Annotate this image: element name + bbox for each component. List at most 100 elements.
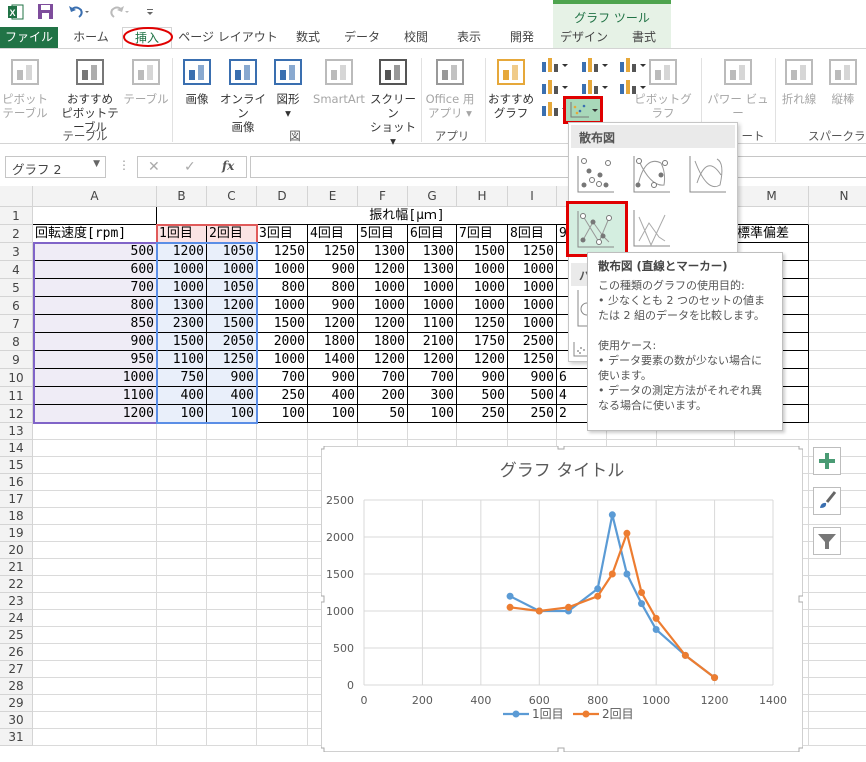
cell-G2[interactable]: 6回目	[408, 225, 457, 243]
cell-C12[interactable]: 100	[207, 405, 257, 423]
cell-A14[interactable]	[33, 440, 157, 457]
cell-C6[interactable]: 1200	[207, 297, 257, 315]
row-header[interactable]: 28	[0, 678, 33, 695]
cell-N30[interactable]	[809, 712, 866, 729]
cell-D19[interactable]	[257, 525, 308, 542]
scatter-straight-lines-markers-option[interactable]	[566, 201, 628, 257]
cell-F13[interactable]	[358, 423, 408, 440]
sparkline-line-button[interactable]: 折れ線	[778, 56, 820, 106]
cell-I12[interactable]: 250	[508, 405, 557, 423]
cell-A27[interactable]	[33, 661, 157, 678]
row-header[interactable]: 29	[0, 695, 33, 712]
cell-D23[interactable]	[257, 593, 308, 610]
cell-A18[interactable]	[33, 508, 157, 525]
row-header[interactable]: 2	[0, 225, 33, 243]
cell-C17[interactable]	[207, 491, 257, 508]
cell-D13[interactable]	[257, 423, 308, 440]
recommended-pivot-tables-button[interactable]: おすすめ ピボットテーブル	[60, 56, 120, 134]
cell-C28[interactable]	[207, 678, 257, 695]
cell-N12[interactable]	[809, 405, 866, 423]
recommended-charts-button[interactable]: おすすめ グラフ	[487, 56, 535, 120]
cell-G3[interactable]: 1300	[408, 243, 457, 261]
cell-E7[interactable]: 1200	[308, 315, 358, 333]
cell-H13[interactable]	[457, 423, 508, 440]
cell-F10[interactable]: 700	[358, 369, 408, 387]
cell-N9[interactable]	[809, 351, 866, 369]
cell-B21[interactable]	[157, 559, 207, 576]
cell-E12[interactable]: 100	[308, 405, 358, 423]
cell-C16[interactable]	[207, 474, 257, 491]
cell-N26[interactable]	[809, 644, 866, 661]
row-header[interactable]: 26	[0, 644, 33, 661]
cell-C2[interactable]: 2回目	[207, 225, 257, 243]
cell-N23[interactable]	[809, 593, 866, 610]
cell-N29[interactable]	[809, 695, 866, 712]
cell-F6[interactable]: 1000	[358, 297, 408, 315]
column-header-G[interactable]: G	[408, 186, 457, 207]
cell-B16[interactable]	[157, 474, 207, 491]
cell-B23[interactable]	[157, 593, 207, 610]
smartart-button[interactable]: SmartArt	[308, 56, 370, 106]
cell-H10[interactable]: 900	[457, 369, 508, 387]
cell-H3[interactable]: 1500	[457, 243, 508, 261]
cell-B13[interactable]	[157, 423, 207, 440]
scatter-smooth-lines-markers-icon[interactable]	[631, 153, 673, 195]
cell-A21[interactable]	[33, 559, 157, 576]
cell-E6[interactable]: 900	[308, 297, 358, 315]
cell-N10[interactable]	[809, 369, 866, 387]
cell-C25[interactable]	[207, 627, 257, 644]
cell-I8[interactable]: 2500	[508, 333, 557, 351]
cell-B8[interactable]: 1500	[157, 333, 207, 351]
column-header-E[interactable]: E	[308, 186, 358, 207]
cell-G5[interactable]: 1000	[408, 279, 457, 297]
cell-D28[interactable]	[257, 678, 308, 695]
cell-A4[interactable]: 600	[33, 261, 157, 279]
column-header-D[interactable]: D	[257, 186, 308, 207]
cell-N5[interactable]	[809, 279, 866, 297]
cell-D7[interactable]: 1500	[257, 315, 308, 333]
column-header-I[interactable]: I	[508, 186, 557, 207]
cell-B22[interactable]	[157, 576, 207, 593]
cell-D8[interactable]: 2000	[257, 333, 308, 351]
cell-F9[interactable]: 1200	[358, 351, 408, 369]
cell-C31[interactable]	[207, 729, 257, 746]
cell-I9[interactable]: 1250	[508, 351, 557, 369]
cell-B4[interactable]: 1000	[157, 261, 207, 279]
row-header[interactable]: 12	[0, 405, 33, 423]
cell-C26[interactable]	[207, 644, 257, 661]
cell-C14[interactable]	[207, 440, 257, 457]
cell-A19[interactable]	[33, 525, 157, 542]
cell-B19[interactable]	[157, 525, 207, 542]
cell-G12[interactable]: 100	[408, 405, 457, 423]
row-header[interactable]: 9	[0, 351, 33, 369]
cell-E2[interactable]: 4回目	[308, 225, 358, 243]
cell-I4[interactable]: 1000	[508, 261, 557, 279]
cell-B30[interactable]	[157, 712, 207, 729]
cell-E10[interactable]: 900	[308, 369, 358, 387]
cell-I5[interactable]: 1000	[508, 279, 557, 297]
cell-E3[interactable]: 1250	[308, 243, 358, 261]
cell-E4[interactable]: 900	[308, 261, 358, 279]
cell-B5[interactable]: 1000	[157, 279, 207, 297]
cell-A1[interactable]	[33, 207, 157, 225]
cell-M1[interactable]	[735, 207, 809, 225]
cell-D11[interactable]: 250	[257, 387, 308, 405]
scatter-straight-lines-icon[interactable]	[631, 207, 673, 249]
cell-D31[interactable]	[257, 729, 308, 746]
scatter-smooth-lines-icon[interactable]	[687, 153, 729, 195]
row-header[interactable]: 10	[0, 369, 33, 387]
cell-A29[interactable]	[33, 695, 157, 712]
cell-A24[interactable]	[33, 610, 157, 627]
cell-A25[interactable]	[33, 627, 157, 644]
column-header-A[interactable]: A	[33, 186, 157, 207]
cell-B25[interactable]	[157, 627, 207, 644]
pivot-table-button[interactable]: ピボット テーブル	[0, 56, 50, 120]
tab-review[interactable]: 校閲	[396, 27, 436, 48]
cell-C7[interactable]: 1500	[207, 315, 257, 333]
tab-format[interactable]: 書式	[620, 27, 668, 48]
cell-A8[interactable]: 900	[33, 333, 157, 351]
cell-B6[interactable]: 1300	[157, 297, 207, 315]
cell-A22[interactable]	[33, 576, 157, 593]
column-header-H[interactable]: H	[457, 186, 508, 207]
screenshot-button[interactable]: スクリーン ショット ▾	[368, 56, 418, 148]
